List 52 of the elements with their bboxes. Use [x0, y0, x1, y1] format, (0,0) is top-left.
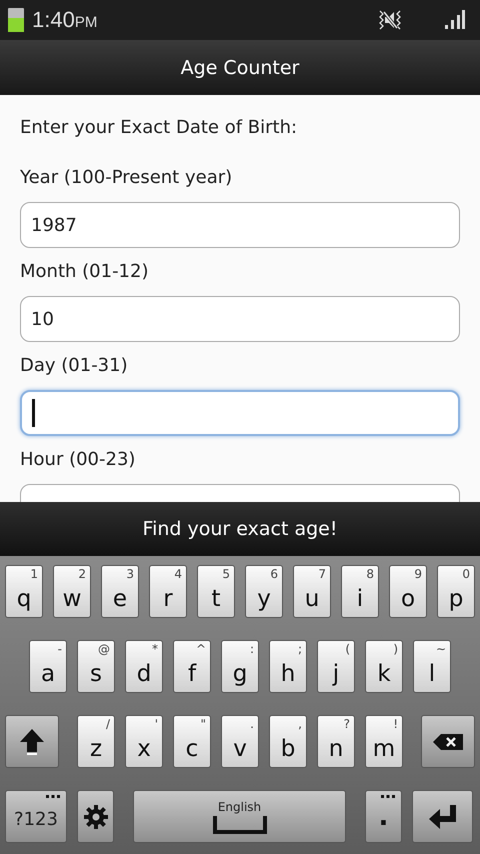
key[interactable]: ) k [365, 640, 403, 693]
input-field[interactable]: 1987 [20, 202, 460, 248]
battery-icon [8, 8, 24, 32]
signal-icon [444, 10, 466, 30]
space-bar-icon [212, 816, 266, 834]
key[interactable]: , b [269, 715, 307, 768]
key[interactable]: ! m [365, 715, 403, 768]
status-time: 1:40PM [32, 7, 98, 33]
key[interactable]: 5 t [197, 565, 235, 618]
symbols-key[interactable]: ?123 [5, 790, 67, 843]
settings-key[interactable] [77, 790, 114, 843]
input-field[interactable]: 10 [20, 296, 460, 342]
key[interactable]: ' x [125, 715, 163, 768]
input-field[interactable] [20, 390, 460, 436]
key[interactable]: 6 y [245, 565, 283, 618]
space-key[interactable]: English [133, 790, 346, 843]
key[interactable]: : g [221, 640, 259, 693]
field-label: Year (100-Present year) [20, 166, 234, 190]
key[interactable]: @ s [77, 640, 115, 693]
key[interactable]: 4 r [149, 565, 187, 618]
more-icon [381, 795, 395, 798]
arrow-up-icon [19, 728, 45, 756]
period-key[interactable]: . [365, 790, 402, 843]
key[interactable]: 8 i [341, 565, 379, 618]
field-label: Hour (00-23) [20, 448, 136, 472]
instruction-text: Enter your Exact Date of Birth: [20, 116, 298, 140]
key[interactable]: 7 u [293, 565, 331, 618]
key[interactable]: 2 w [53, 565, 91, 618]
shift-key[interactable] [5, 715, 59, 768]
key[interactable]: 9 o [389, 565, 427, 618]
settings-icon [82, 804, 108, 830]
enter-key[interactable] [412, 790, 473, 843]
more-icon [46, 795, 60, 798]
key[interactable]: 1 q [5, 565, 43, 618]
app-title: Age Counter [180, 56, 300, 78]
field-label: Month (01-12) [20, 260, 150, 284]
key[interactable]: 3 e [101, 565, 139, 618]
key[interactable]: ~ l [413, 640, 451, 693]
key[interactable]: / z [77, 715, 115, 768]
key[interactable]: ; h [269, 640, 307, 693]
key[interactable]: * d [125, 640, 163, 693]
key[interactable]: " c [173, 715, 211, 768]
enter-icon [428, 804, 458, 830]
backspace-key[interactable] [421, 715, 475, 768]
key[interactable]: 0 p [437, 565, 475, 618]
key[interactable]: ^ f [173, 640, 211, 693]
field-label: Day (01-31) [20, 354, 129, 378]
key[interactable]: . v [221, 715, 259, 768]
key[interactable]: ? n [317, 715, 355, 768]
key[interactable]: ( j [317, 640, 355, 693]
backspace-icon [432, 732, 464, 750]
key[interactable]: - a [29, 640, 67, 693]
